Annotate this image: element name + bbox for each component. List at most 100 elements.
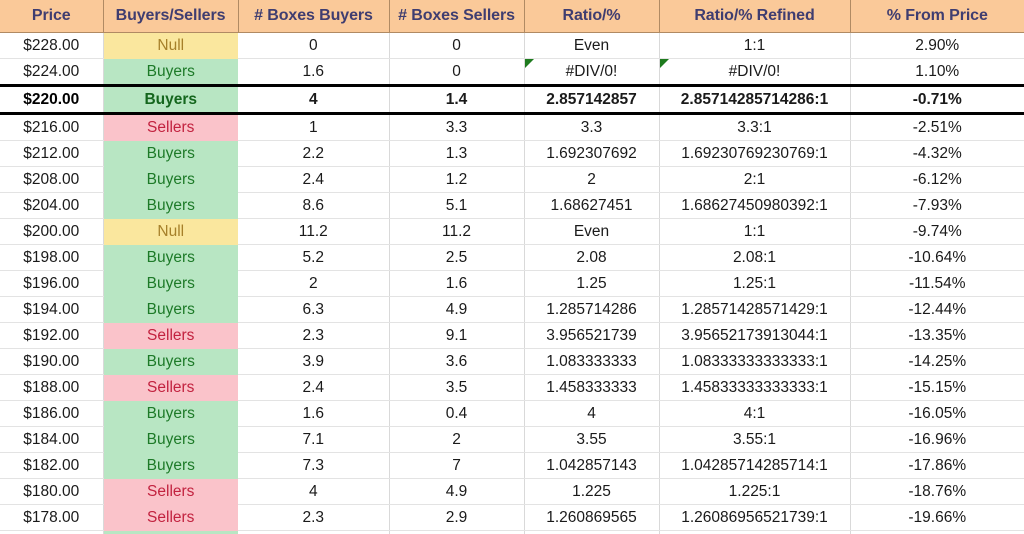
cell-boxes-buyers[interactable]: 1.6 — [238, 400, 390, 427]
cell-price[interactable]: $208.00 — [0, 166, 104, 193]
cell-buyers-sellers[interactable]: Buyers — [103, 400, 238, 427]
cell-ratio-refined[interactable]: 1:1 — [659, 218, 851, 245]
cell-boxes-sellers[interactable]: 1.2 — [389, 166, 525, 193]
cell-buyers-sellers[interactable]: Sellers — [103, 322, 238, 349]
cell-price[interactable]: $220.00 — [0, 84, 104, 115]
cell-pct-from-price[interactable]: -6.12% — [850, 166, 1024, 193]
cell-buyers-sellers[interactable]: Sellers — [103, 504, 238, 531]
cell-boxes-sellers[interactable]: 11.2 — [389, 218, 525, 245]
cell-ratio[interactable]: 1.458333333 — [524, 374, 660, 401]
cell-price[interactable]: $182.00 — [0, 452, 104, 479]
cell-buyers-sellers[interactable]: Buyers — [103, 192, 238, 219]
cell-boxes-sellers[interactable]: 3.6 — [389, 348, 525, 375]
table-row[interactable]: $216.00 Sellers 1 3.3 3.3 3.3:1 -2.51% — [0, 113, 1024, 141]
cell-buyers-sellers[interactable] — [103, 530, 238, 534]
table-row[interactable]: $224.00 Buyers 1.6 0 #DIV/0! #DIV/0! 1.10% — [0, 58, 1024, 86]
cell-boxes-sellers[interactable]: 2.5 — [389, 244, 525, 271]
cell-price[interactable]: $194.00 — [0, 296, 104, 323]
cell-price[interactable]: $196.00 — [0, 270, 104, 297]
cell-ratio[interactable]: 4 — [524, 400, 660, 427]
cell-ratio[interactable] — [524, 530, 660, 534]
cell-boxes-sellers[interactable]: 0.4 — [389, 400, 525, 427]
cell-boxes-sellers[interactable]: 1.3 — [389, 140, 525, 167]
cell-pct-from-price[interactable]: -12.44% — [850, 296, 1024, 323]
cell-boxes-buyers[interactable]: 1 — [238, 113, 390, 141]
cell-ratio-refined[interactable]: 1:1 — [659, 32, 851, 59]
cell-ratio-refined[interactable]: 1.26086956521739:1 — [659, 504, 851, 531]
cell-buyers-sellers[interactable]: Buyers — [103, 426, 238, 453]
cell-pct-from-price[interactable]: -11.54% — [850, 270, 1024, 297]
cell-price[interactable]: $180.00 — [0, 478, 104, 505]
cell-buyers-sellers[interactable]: Buyers — [103, 58, 238, 86]
cell-boxes-buyers[interactable]: 6.3 — [238, 296, 390, 323]
cell-ratio-refined[interactable]: 3.95652173913044:1 — [659, 322, 851, 349]
cell-price[interactable]: $178.00 — [0, 504, 104, 531]
cell-ratio-refined[interactable]: 3.3:1 — [659, 113, 851, 141]
table-row[interactable]: $204.00 Buyers 8.6 5.1 1.68627451 1.686274509… — [0, 192, 1024, 219]
cell-boxes-sellers[interactable]: 7 — [389, 452, 525, 479]
cell-boxes-buyers[interactable]: 2.3 — [238, 322, 390, 349]
cell-ratio-refined[interactable]: 2.85714285714286:1 — [659, 84, 851, 115]
table-row[interactable]: $192.00 Sellers 2.3 9.1 3.956521739 3.9565217… — [0, 322, 1024, 349]
table-row[interactable] — [0, 530, 1024, 534]
column-header-ratio[interactable]: Ratio/% — [524, 0, 660, 33]
cell-ratio-refined[interactable]: 1.08333333333333:1 — [659, 348, 851, 375]
cell-ratio-refined[interactable]: 2:1 — [659, 166, 851, 193]
table-row[interactable]: $228.00 Null 0 0 Even 1:1 2.90% — [0, 32, 1024, 59]
cell-boxes-buyers[interactable]: 2.2 — [238, 140, 390, 167]
cell-ratio[interactable]: Even — [524, 218, 660, 245]
cell-buyers-sellers[interactable]: Null — [103, 218, 238, 245]
table-row[interactable]: $184.00 Buyers 7.1 2 3.55 3.55:1 -16.96% — [0, 426, 1024, 453]
cell-buyers-sellers[interactable]: Buyers — [103, 270, 238, 297]
table-row[interactable]: $188.00 Sellers 2.4 3.5 1.458333333 1.4583333… — [0, 374, 1024, 401]
cell-ratio[interactable]: 1.225 — [524, 478, 660, 505]
cell-ratio[interactable]: 1.68627451 — [524, 192, 660, 219]
cell-ratio-refined[interactable]: 1.25:1 — [659, 270, 851, 297]
cell-ratio[interactable]: Even — [524, 32, 660, 59]
cell-buyers-sellers[interactable]: Null — [103, 32, 238, 59]
cell-boxes-buyers[interactable] — [238, 530, 390, 534]
cell-boxes-sellers[interactable]: 4.9 — [389, 478, 525, 505]
cell-ratio-refined[interactable]: 1.28571428571429:1 — [659, 296, 851, 323]
cell-ratio[interactable]: 2.857142857 — [524, 84, 660, 115]
cell-buyers-sellers[interactable]: Buyers — [103, 166, 238, 193]
cell-pct-from-price[interactable]: -0.71% — [850, 84, 1024, 115]
table-row[interactable]: $208.00 Buyers 2.4 1.2 2 2:1 -6.12% — [0, 166, 1024, 193]
table-row[interactable]: $182.00 Buyers 7.3 7 1.042857143 1.0428571428… — [0, 452, 1024, 479]
cell-ratio-refined[interactable]: 3.55:1 — [659, 426, 851, 453]
cell-pct-from-price[interactable]: -17.86% — [850, 452, 1024, 479]
cell-pct-from-price[interactable]: -16.96% — [850, 426, 1024, 453]
cell-ratio-refined[interactable] — [659, 530, 851, 534]
column-header-buyers-sellers[interactable]: Buyers/Sellers — [103, 0, 239, 33]
cell-boxes-buyers[interactable]: 7.3 — [238, 452, 390, 479]
cell-price[interactable]: $198.00 — [0, 244, 104, 271]
cell-boxes-sellers[interactable]: 2 — [389, 426, 525, 453]
column-header-boxes-sellers[interactable]: # Boxes Sellers — [389, 0, 525, 33]
cell-pct-from-price[interactable]: -16.05% — [850, 400, 1024, 427]
cell-price[interactable]: $192.00 — [0, 322, 104, 349]
cell-price[interactable]: $200.00 — [0, 218, 104, 245]
cell-ratio[interactable]: 3.55 — [524, 426, 660, 453]
cell-pct-from-price[interactable]: 1.10% — [850, 58, 1024, 86]
cell-price[interactable]: $228.00 — [0, 32, 104, 59]
cell-boxes-sellers[interactable]: 0 — [389, 32, 525, 59]
cell-ratio[interactable]: 3.3 — [524, 113, 660, 141]
cell-boxes-buyers[interactable]: 2 — [238, 270, 390, 297]
table-row[interactable]: $180.00 Sellers 4 4.9 1.225 1.225:1 -18.76% — [0, 478, 1024, 505]
cell-ratio[interactable]: 1.260869565 — [524, 504, 660, 531]
cell-buyers-sellers[interactable]: Buyers — [103, 244, 238, 271]
cell-ratio[interactable]: 1.692307692 — [524, 140, 660, 167]
table-row[interactable]: $200.00 Null 11.2 11.2 Even 1:1 -9.74% — [0, 218, 1024, 245]
cell-ratio[interactable]: 1.042857143 — [524, 452, 660, 479]
cell-ratio-refined[interactable]: #DIV/0! — [659, 58, 851, 86]
cell-boxes-buyers[interactable]: 0 — [238, 32, 390, 59]
cell-boxes-buyers[interactable]: 2.4 — [238, 374, 390, 401]
table-row[interactable]: $198.00 Buyers 5.2 2.5 2.08 2.08:1 -10.64% — [0, 244, 1024, 271]
cell-boxes-sellers[interactable]: 1.4 — [389, 84, 525, 115]
cell-pct-from-price[interactable]: -9.74% — [850, 218, 1024, 245]
cell-boxes-buyers[interactable]: 1.6 — [238, 58, 390, 86]
cell-buyers-sellers[interactable]: Buyers — [103, 296, 238, 323]
cell-boxes-buyers[interactable]: 2.3 — [238, 504, 390, 531]
cell-ratio[interactable]: 1.083333333 — [524, 348, 660, 375]
cell-ratio[interactable]: 2 — [524, 166, 660, 193]
